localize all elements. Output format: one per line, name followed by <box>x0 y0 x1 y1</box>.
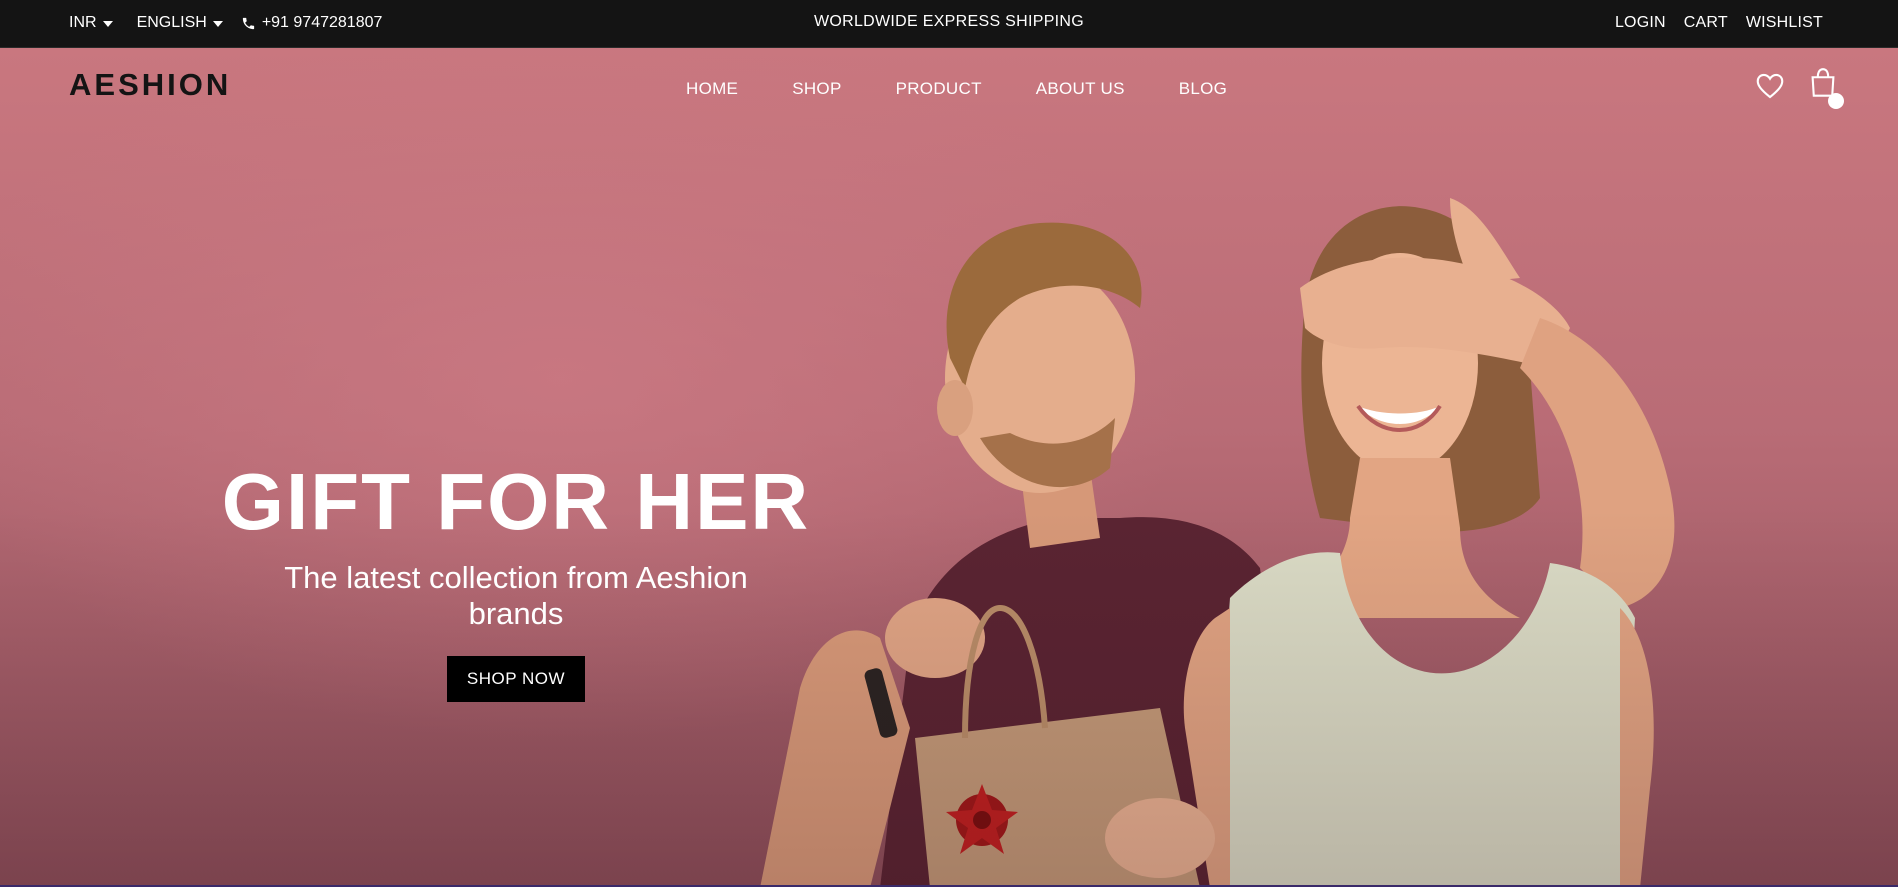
currency-selector[interactable]: INR <box>69 14 113 32</box>
nav-blog[interactable]: BLOG <box>1179 79 1227 99</box>
nav-home[interactable]: HOME <box>686 79 738 99</box>
hero-title: GIFT FOR HER <box>221 457 811 546</box>
header-icons <box>1756 68 1844 109</box>
nav-product[interactable]: PRODUCT <box>896 79 982 99</box>
wishlist-link[interactable]: WISHLIST <box>1746 14 1823 32</box>
main-nav: HOME SHOP PRODUCT ABOUT US BLOG <box>686 79 1281 99</box>
top-bar: INR ENGLISH +91 9747281807 WORLDWIDE EXP… <box>0 0 1898 48</box>
site-logo[interactable]: AESHION <box>69 67 231 103</box>
shop-now-button[interactable]: SHOP NOW <box>446 656 586 702</box>
caret-down-icon <box>212 21 223 27</box>
cart-button[interactable] <box>1810 68 1844 109</box>
top-bar-right: LOGIN CART WISHLIST <box>1597 0 1823 46</box>
login-link[interactable]: LOGIN <box>1615 14 1666 32</box>
currency-label: INR <box>69 14 97 31</box>
hero-content: GIFT FOR HER The latest collection from … <box>200 458 832 702</box>
main-header: AESHION HOME SHOP PRODUCT ABOUT US BLOG <box>0 48 1898 128</box>
hero-banner: AESHION HOME SHOP PRODUCT ABOUT US BLOG … <box>0 48 1898 886</box>
hero-subtitle: The latest collection from Aeshion brand… <box>284 560 748 631</box>
phone-link[interactable]: +91 9747281807 <box>241 14 383 32</box>
nav-shop[interactable]: SHOP <box>792 79 841 99</box>
top-bar-left: INR ENGLISH +91 9747281807 <box>69 0 382 46</box>
nav-about-us[interactable]: ABOUT US <box>1036 79 1125 99</box>
cart-count-badge <box>1828 93 1844 109</box>
language-selector[interactable]: ENGLISH <box>137 14 223 32</box>
phone-icon <box>242 17 254 29</box>
caret-down-icon <box>102 21 113 27</box>
heart-icon[interactable] <box>1756 73 1784 99</box>
language-label: ENGLISH <box>136 14 207 31</box>
phone-number: +91 9747281807 <box>261 14 383 31</box>
cart-link[interactable]: CART <box>1684 14 1728 32</box>
